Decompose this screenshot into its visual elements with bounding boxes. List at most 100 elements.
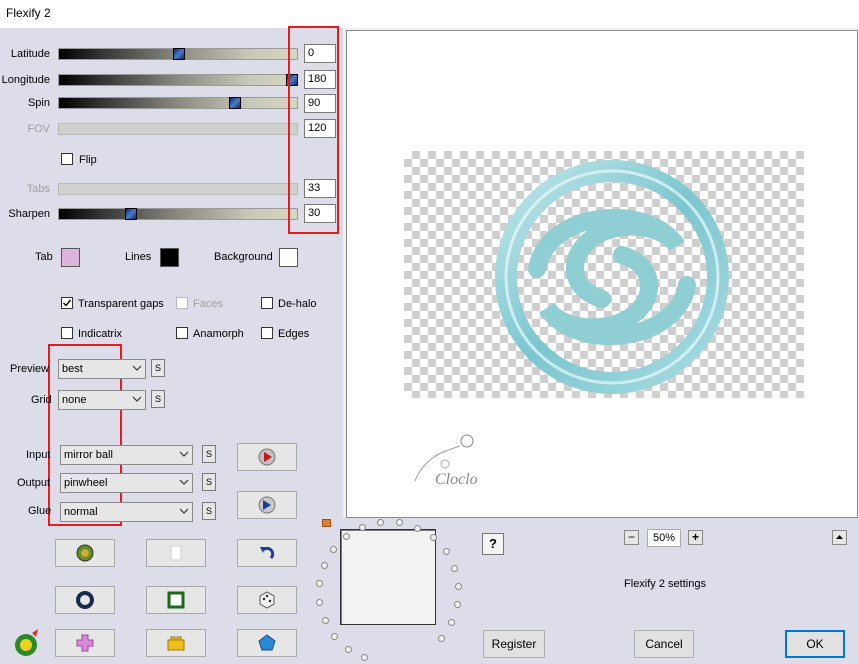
spin-thumb[interactable]: [229, 97, 241, 109]
tabs-slider[interactable]: [58, 183, 298, 195]
chevron-down-icon: [132, 365, 142, 371]
anamorph-checkbox[interactable]: [176, 327, 188, 339]
chevron-down-icon: [179, 479, 189, 485]
preview-canvas[interactable]: Cloclo: [346, 30, 858, 518]
flexify-logo-icon: [15, 629, 38, 656]
random-morph-button[interactable]: [55, 539, 115, 567]
transparent-gaps-checkbox[interactable]: [61, 297, 73, 309]
input-select[interactable]: mirror ball: [60, 445, 193, 465]
copy-button[interactable]: [146, 539, 206, 567]
tab-color-label: Tab: [35, 251, 53, 263]
chevron-down-icon: [179, 508, 189, 514]
register-button[interactable]: Register: [483, 630, 545, 658]
indicatrix-label: Indicatrix: [78, 328, 123, 340]
anamorph-label: Anamorph: [193, 328, 244, 340]
flexify-logo: [10, 627, 42, 659]
background-color-swatch[interactable]: [279, 248, 298, 267]
output-select[interactable]: pinwheel: [60, 473, 193, 493]
carousel-dot[interactable]: [359, 523, 367, 531]
latitude-slider[interactable]: [58, 48, 298, 60]
sharpen-thumb[interactable]: [125, 208, 137, 220]
carousel-dot[interactable]: [321, 616, 329, 624]
page-icon: [170, 545, 182, 561]
input-value: mirror ball: [64, 449, 113, 461]
fov-label: FOV: [27, 123, 50, 135]
preview-select[interactable]: best: [58, 359, 146, 379]
ring-icon: [76, 591, 94, 609]
longitude-slider[interactable]: [58, 74, 298, 86]
input-s-button[interactable]: S: [202, 445, 216, 463]
glue-select[interactable]: normal: [60, 502, 193, 522]
pentagon-icon: [258, 634, 276, 651]
undo-icon: [260, 546, 275, 560]
flip-label: Flip: [79, 154, 97, 166]
fov-slider[interactable]: [58, 123, 298, 135]
undo-button[interactable]: [237, 539, 297, 567]
carousel-dot[interactable]: [451, 564, 459, 572]
random-button[interactable]: [237, 586, 297, 614]
input-label: Input: [26, 449, 51, 461]
transparent-gaps-label: Transparent gaps: [78, 298, 164, 310]
spin-label: Spin: [27, 97, 50, 109]
zoom-in-button[interactable]: +: [688, 530, 703, 545]
pentagon-button[interactable]: [237, 629, 297, 657]
grid-label: Grid: [31, 394, 52, 406]
output-s-button[interactable]: S: [202, 473, 216, 491]
square-frame-icon: [167, 591, 185, 609]
carousel-dot[interactable]: [442, 548, 450, 555]
longitude-label: Longitude: [1, 74, 50, 86]
carousel-dot[interactable]: [343, 532, 351, 540]
zoom-out-button[interactable]: −: [624, 530, 639, 545]
flip-checkbox[interactable]: [61, 153, 73, 165]
carousel-dot[interactable]: [455, 582, 463, 590]
play-button[interactable]: [237, 443, 297, 471]
grid-value: none: [62, 394, 87, 406]
settings-thumbnail[interactable]: [340, 529, 436, 625]
preview-s-button[interactable]: S: [151, 359, 165, 377]
edges-checkbox[interactable]: [261, 327, 273, 339]
tabs-label: Tabs: [26, 183, 50, 195]
forward-icon: [258, 496, 276, 514]
carousel-dot[interactable]: [344, 645, 352, 653]
carousel-dot[interactable]: [320, 562, 328, 570]
edges-label: Edges: [278, 328, 310, 340]
brick-button[interactable]: [146, 629, 206, 657]
window-title: Flexify 2: [6, 6, 51, 20]
forward-button[interactable]: [237, 491, 297, 519]
cross-button[interactable]: [55, 629, 115, 657]
title-bar: Flexify 2: [0, 0, 859, 28]
collapse-button[interactable]: [832, 530, 847, 545]
faces-checkbox[interactable]: [176, 297, 188, 309]
ok-button[interactable]: OK: [785, 630, 845, 658]
ring-button[interactable]: [55, 586, 115, 614]
indicatrix-checkbox[interactable]: [61, 327, 73, 339]
brick-icon: [167, 636, 185, 651]
spin-slider[interactable]: [58, 97, 298, 109]
dice-icon: [259, 591, 275, 609]
de-halo-checkbox[interactable]: [261, 297, 273, 309]
glue-value: normal: [64, 506, 98, 518]
chevron-down-icon: [132, 396, 142, 402]
grid-s-button[interactable]: S: [151, 390, 165, 408]
carousel-dot[interactable]: [329, 546, 337, 554]
tab-color-swatch[interactable]: [61, 248, 80, 267]
latitude-label: Latitude: [10, 48, 50, 60]
latitude-thumb[interactable]: [173, 48, 185, 60]
watermark-text: Cloclo: [435, 471, 478, 488]
chevron-up-icon: [836, 535, 843, 539]
plus-shape-icon: [76, 634, 94, 652]
cancel-button[interactable]: Cancel: [634, 630, 694, 658]
faces-label: Faces: [193, 298, 223, 310]
lines-color-swatch[interactable]: [160, 248, 179, 267]
glue-s-button[interactable]: S: [202, 502, 216, 520]
help-button[interactable]: ?: [482, 533, 504, 555]
carousel-dot[interactable]: [413, 524, 421, 532]
sharpen-slider[interactable]: [58, 208, 298, 220]
de-halo-label: De-halo: [278, 298, 317, 310]
checkmark-icon: [63, 299, 72, 307]
preview-value: best: [62, 363, 83, 375]
grid-select[interactable]: none: [58, 390, 146, 410]
frame-button[interactable]: [146, 586, 206, 614]
carousel-dot[interactable]: [438, 634, 446, 642]
background-color-label: Background: [214, 251, 273, 263]
